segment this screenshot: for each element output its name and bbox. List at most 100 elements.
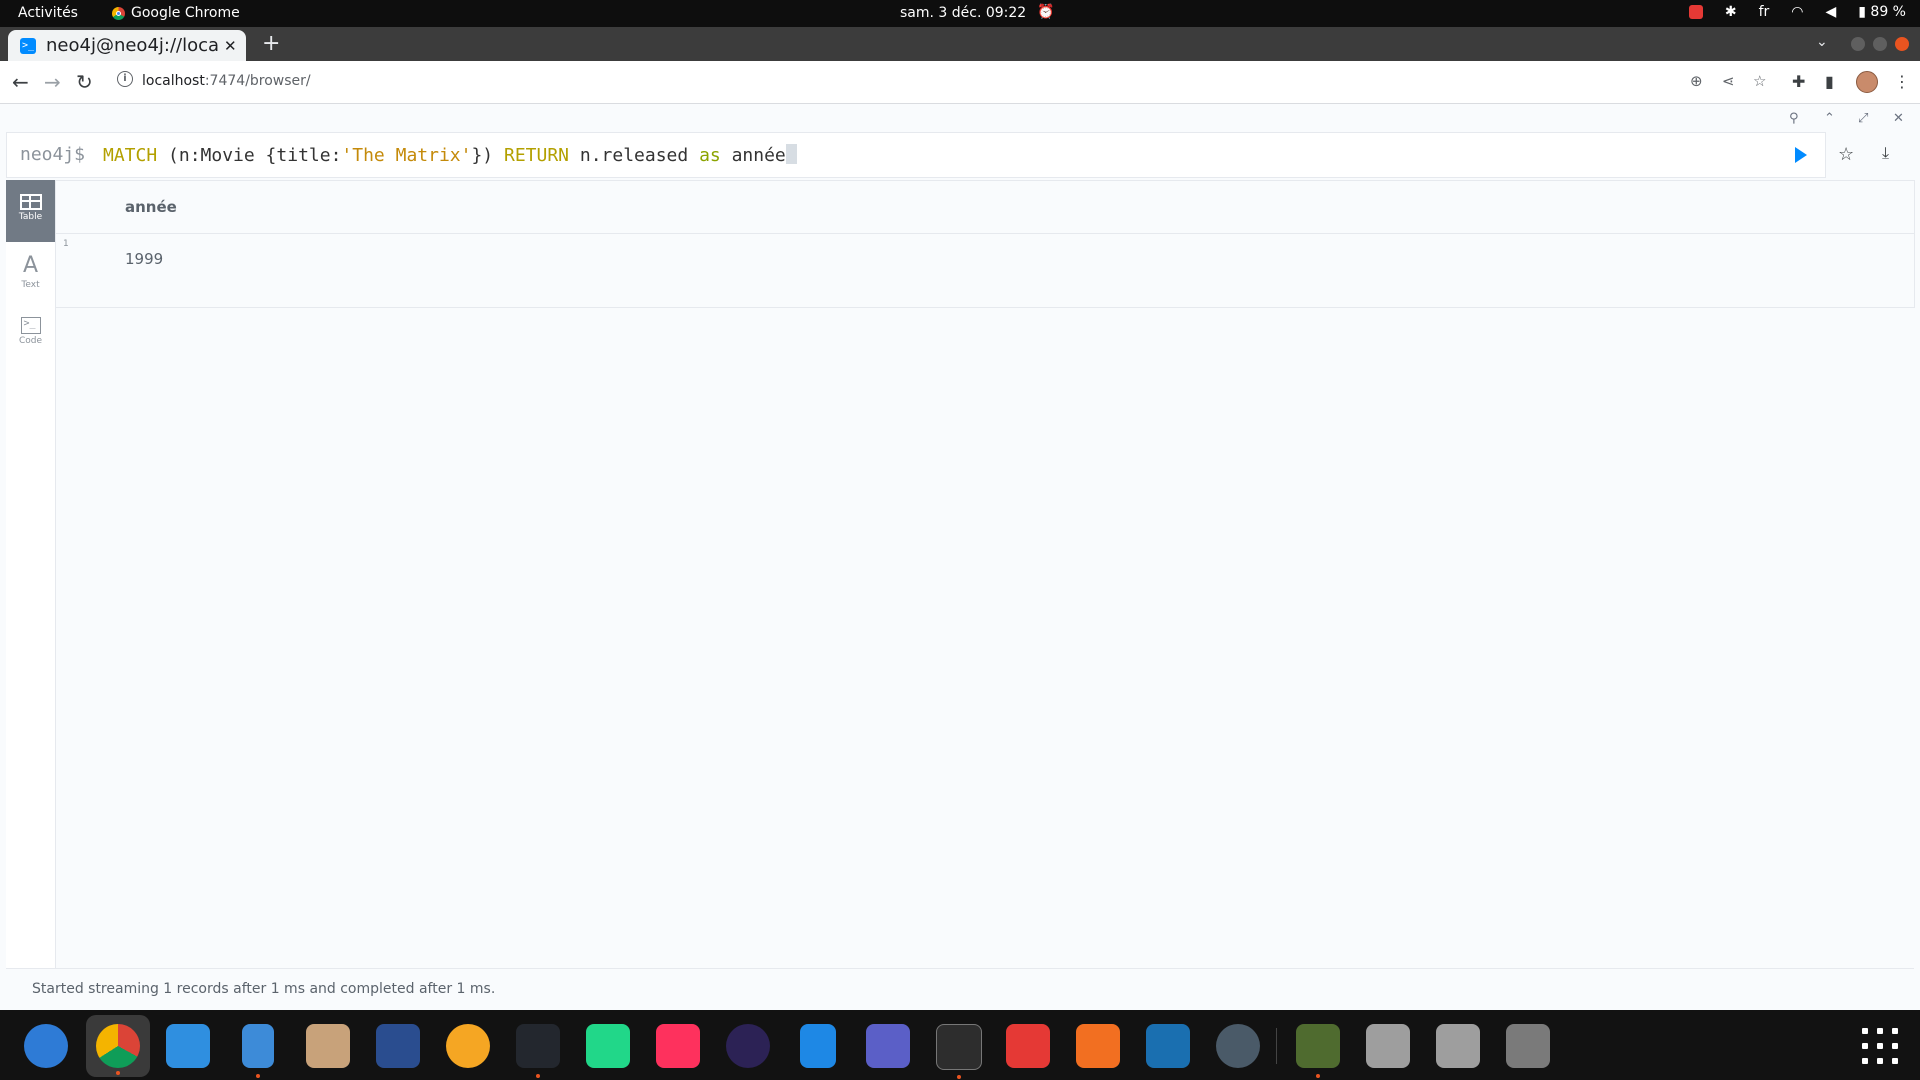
- maximize-window-button[interactable]: [1873, 37, 1887, 51]
- side-panel-icon[interactable]: ▮: [1825, 72, 1834, 91]
- query-status-bar: Started streaming 1 records after 1 ms a…: [6, 968, 1914, 1011]
- query-pattern-start: (n:Movie {title:: [157, 145, 342, 166]
- app-menu-label: Google Chrome: [131, 5, 240, 21]
- view-tab-label: Table: [18, 212, 43, 222]
- result-table: année 1 1999: [56, 180, 1915, 308]
- favorite-star-icon[interactable]: ☆: [1838, 144, 1854, 165]
- view-tab-code[interactable]: >_ Code: [6, 304, 55, 366]
- dock-updater-icon[interactable]: [446, 1024, 490, 1068]
- download-icon[interactable]: ⤓: [1882, 143, 1889, 163]
- dock-anydesk-icon[interactable]: [1006, 1024, 1050, 1068]
- query-pattern-end: }): [471, 145, 504, 166]
- pin-frame-icon[interactable]: ⚲: [1789, 111, 1799, 126]
- browser-toolbar: ← → ↻ i localhost:7474/browser/ ⊕ ⋖ ☆ ✚ …: [0, 61, 1920, 104]
- extensions-icon[interactable]: ✚: [1792, 72, 1805, 91]
- chrome-logo-icon: [96, 1024, 140, 1068]
- app-menu[interactable]: Google Chrome: [112, 5, 240, 21]
- collapse-frame-icon[interactable]: ⌃: [1824, 111, 1835, 126]
- wifi-icon[interactable]: ◠: [1791, 4, 1803, 20]
- header-divider: [56, 233, 1914, 234]
- dock-network-icon[interactable]: [376, 1024, 420, 1068]
- dock-drive-icon[interactable]: [1436, 1024, 1480, 1068]
- dock: [0, 1010, 1920, 1080]
- view-switcher: Table A Text >_ Code: [6, 180, 56, 970]
- neo4j-favicon-icon: >_: [20, 37, 36, 54]
- query-status-text: Started streaming 1 records after 1 ms a…: [32, 981, 496, 997]
- reload-icon[interactable]: ↻: [76, 70, 93, 94]
- text-cursor: [785, 144, 797, 164]
- clock[interactable]: sam. 3 déc. 09:22: [900, 5, 1026, 21]
- fullscreen-frame-icon[interactable]: ⤢: [1858, 111, 1868, 126]
- share-icon[interactable]: ⋖: [1722, 72, 1735, 90]
- close-tab-icon[interactable]: ✕: [224, 37, 237, 55]
- view-tab-table[interactable]: Table: [6, 180, 55, 242]
- dock-drive-icon[interactable]: [1366, 1024, 1410, 1068]
- forward-icon[interactable]: →: [44, 70, 61, 94]
- tab-strip: >_ neo4j@neo4j://local ✕ + ⌄: [0, 27, 1920, 61]
- dock-vscode-icon[interactable]: [516, 1024, 560, 1078]
- url-text[interactable]: localhost:7474/browser/: [142, 73, 311, 89]
- dock-server-icon[interactable]: [1296, 1024, 1340, 1078]
- row-index: 1: [63, 239, 69, 249]
- kw-return: RETURN: [503, 145, 570, 166]
- bookmark-star-icon[interactable]: ☆: [1753, 72, 1766, 90]
- dock-eclipse-icon[interactable]: [726, 1024, 770, 1068]
- dock-archive-manager-icon[interactable]: [242, 1024, 274, 1078]
- kw-match: MATCH: [103, 145, 158, 166]
- dock-files-icon[interactable]: [166, 1024, 210, 1068]
- profile-avatar[interactable]: [1856, 71, 1878, 93]
- dock-xampp-icon[interactable]: [1076, 1024, 1120, 1068]
- chrome-icon: [112, 6, 125, 20]
- view-tab-text[interactable]: A Text: [6, 242, 55, 304]
- query-string: 'The Matrix': [341, 145, 472, 166]
- close-frame-icon[interactable]: ✕: [1893, 111, 1904, 126]
- battery-indicator[interactable]: ▮ 89 %: [1858, 4, 1906, 20]
- system-top-bar: Activités Google Chrome sam. 3 déc. 09:2…: [0, 0, 1920, 27]
- site-info-icon[interactable]: i: [117, 71, 133, 87]
- query-alias: année: [720, 145, 786, 166]
- query-editor[interactable]: neo4j$ MATCH (n:Movie {title:'The Matrix…: [6, 132, 1826, 178]
- zoom-icon[interactable]: ⊕: [1690, 72, 1703, 90]
- battery-percent: 89 %: [1870, 4, 1906, 20]
- running-indicator: [116, 1071, 120, 1075]
- minimize-window-button[interactable]: [1851, 37, 1865, 51]
- anydesk-icon[interactable]: [1688, 5, 1703, 19]
- tab-search-chevron-icon[interactable]: ⌄: [1816, 34, 1828, 50]
- chrome-menu-icon[interactable]: ⋮: [1894, 72, 1910, 91]
- alarm-icon: ⏰: [1037, 4, 1055, 20]
- dock-teams-icon[interactable]: [866, 1024, 910, 1068]
- dock-wireshark-icon[interactable]: [1146, 1024, 1190, 1068]
- url-host: localhost: [142, 73, 205, 89]
- dock-chromium-icon[interactable]: [24, 1024, 68, 1068]
- editor-prompt: neo4j$: [20, 144, 86, 165]
- dock-pycharm-icon[interactable]: [586, 1024, 630, 1068]
- close-window-button[interactable]: [1895, 37, 1909, 51]
- dock-intellij-icon[interactable]: [656, 1024, 700, 1068]
- dock-trash-icon[interactable]: [1506, 1024, 1550, 1068]
- view-tab-label: Text: [21, 280, 40, 290]
- query-text[interactable]: MATCH (n:Movie {title:'The Matrix'}) RET…: [103, 144, 797, 166]
- bluetooth-icon[interactable]: ✱: [1725, 4, 1737, 20]
- browser-tab[interactable]: >_ neo4j@neo4j://local ✕: [8, 30, 246, 61]
- kw-as: as: [699, 145, 721, 166]
- system-tray[interactable]: ✱ fr ◠ ◀ ▮ 89 %: [1688, 4, 1906, 20]
- keyboard-layout[interactable]: fr: [1759, 4, 1770, 20]
- table-cell[interactable]: 1999: [125, 250, 163, 268]
- dock-chrome-icon[interactable]: [86, 1015, 150, 1077]
- show-applications-icon[interactable]: [1862, 1028, 1898, 1064]
- running-indicator: [536, 1074, 540, 1078]
- address-bar[interactable]: i localhost:7474/browser/ ⊕ ⋖ ☆: [110, 67, 1766, 97]
- volume-icon[interactable]: ◀: [1825, 4, 1836, 20]
- dock-disk-usage-icon[interactable]: [1216, 1024, 1260, 1068]
- dock-terminal-icon[interactable]: [936, 1024, 982, 1079]
- new-tab-icon[interactable]: +: [262, 31, 280, 56]
- running-indicator: [1316, 1074, 1320, 1078]
- dock-separator: [1276, 1028, 1277, 1064]
- activities-button[interactable]: Activités: [18, 5, 78, 21]
- dock-text-editor-icon[interactable]: [800, 1024, 836, 1068]
- dock-package-icon[interactable]: [306, 1024, 350, 1068]
- tab-title: neo4j@neo4j://local: [46, 35, 218, 56]
- text-icon: A: [22, 253, 39, 278]
- run-query-button[interactable]: [1795, 147, 1807, 163]
- back-icon[interactable]: ←: [12, 70, 29, 94]
